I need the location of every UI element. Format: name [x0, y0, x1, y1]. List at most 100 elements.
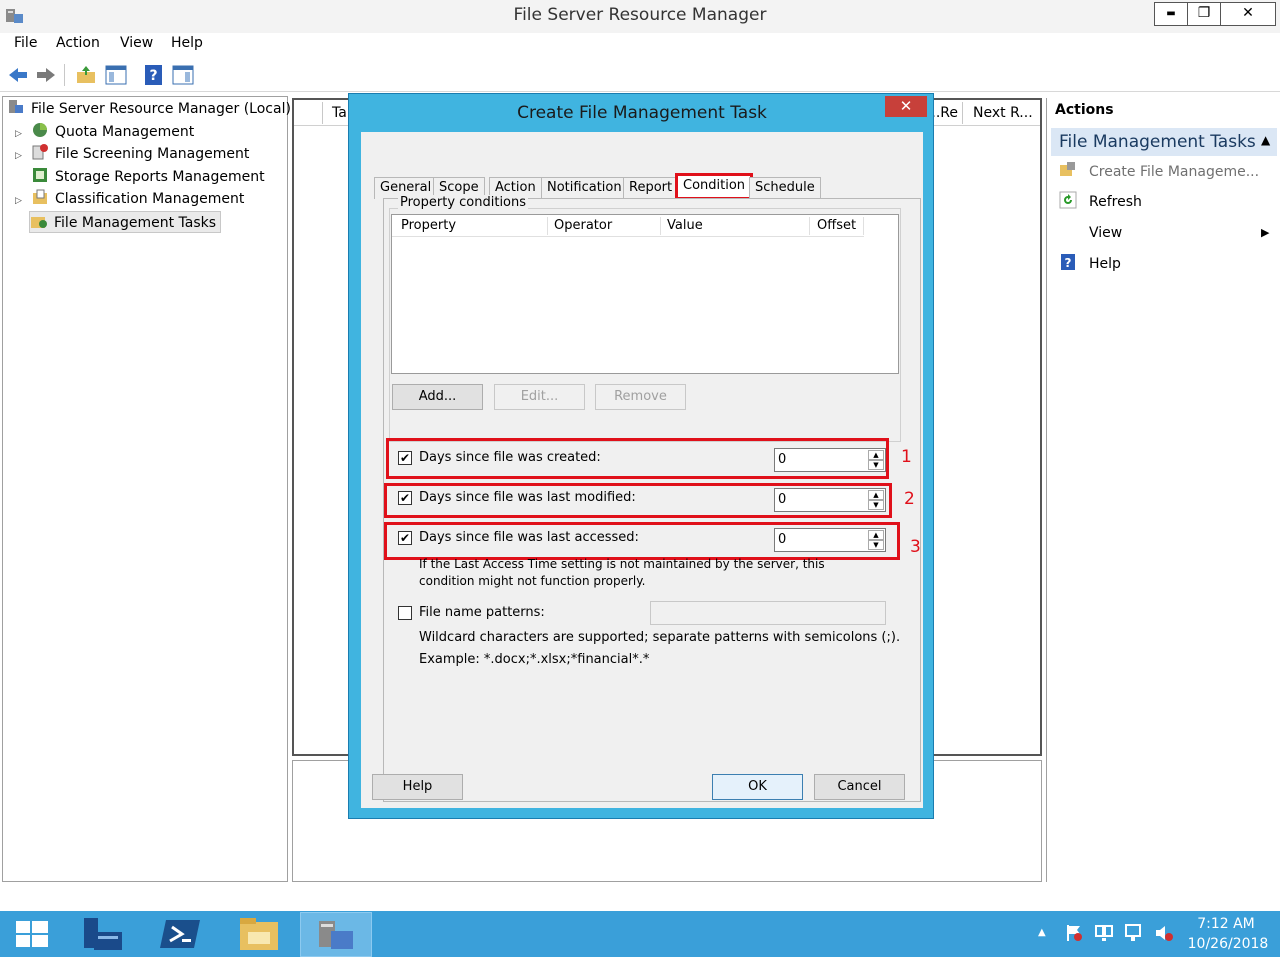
column-header-value[interactable]: Value: [667, 218, 703, 233]
dialog-help-button[interactable]: Help: [372, 774, 463, 800]
restore-button[interactable]: ❐: [1187, 2, 1221, 26]
menu-action[interactable]: Action: [56, 35, 100, 51]
marker-3: 3: [910, 537, 921, 557]
tree-item-label: Quota Management: [55, 124, 195, 140]
network-icon[interactable]: [1094, 923, 1114, 943]
accessed-days-input[interactable]: 0 ▲ ▼: [774, 528, 886, 552]
actions-section-label: File Management Tasks: [1059, 132, 1256, 152]
expand-arrow-icon[interactable]: ▷: [15, 190, 31, 212]
tree-item-storage-reports[interactable]: Storage Reports Management: [31, 166, 265, 188]
show-hide-action-pane-icon[interactable]: [171, 63, 195, 87]
spin-up-icon[interactable]: ▲: [868, 490, 884, 500]
marker-2: 2: [904, 489, 915, 509]
help-icon[interactable]: ?: [142, 63, 166, 87]
clock-time[interactable]: 7:12 AM: [1194, 916, 1258, 932]
tree-item-file-management-tasks[interactable]: File Management Tasks: [29, 211, 222, 233]
create-task-icon: [1059, 161, 1081, 186]
powershell-icon[interactable]: [148, 912, 214, 956]
clock-date[interactable]: 10/26/2018: [1186, 936, 1270, 952]
tab-report[interactable]: Report: [623, 177, 679, 199]
volume-muted-icon[interactable]: [1154, 923, 1174, 943]
spin-down-icon[interactable]: ▼: [868, 540, 884, 550]
title-bar: File Server Resource Manager ▬ ❐ ✕: [0, 0, 1280, 33]
action-view[interactable]: View ▶: [1059, 222, 1273, 244]
tree-item-file-screening[interactable]: ▷ File Screening Management: [15, 143, 249, 165]
menu-view[interactable]: View: [120, 35, 153, 51]
action-refresh[interactable]: Refresh: [1059, 191, 1142, 213]
edit-condition-button[interactable]: Edit...: [494, 384, 585, 410]
spin-down-icon[interactable]: ▼: [868, 500, 884, 510]
toolbar-divider: [64, 64, 65, 86]
file-screening-icon: [31, 143, 49, 161]
column-header-task[interactable]: Ta: [332, 105, 347, 121]
remove-condition-button[interactable]: Remove: [595, 384, 686, 410]
column-divider: [660, 217, 661, 235]
created-days-input[interactable]: 0 ▲ ▼: [774, 448, 886, 472]
spin-up-icon[interactable]: ▲: [868, 530, 884, 540]
tree-root[interactable]: File Server Resource Manager (Local): [7, 98, 291, 120]
ok-button[interactable]: OK: [712, 774, 803, 800]
file-explorer-icon[interactable]: [226, 912, 292, 956]
cancel-button[interactable]: Cancel: [814, 774, 905, 800]
accessed-label: Days since file was last accessed:: [419, 530, 639, 545]
svg-text:?: ?: [1065, 256, 1072, 270]
action-help[interactable]: ? Help: [1059, 253, 1121, 275]
modified-days-value: 0: [778, 492, 787, 507]
created-checkbox[interactable]: ✔: [398, 451, 412, 465]
start-button-icon[interactable]: [0, 912, 66, 956]
server-manager-icon[interactable]: [70, 912, 136, 956]
add-condition-button[interactable]: Add...: [392, 384, 483, 410]
action-label: Help: [1089, 256, 1121, 272]
action-create-task[interactable]: Create File Manageme...: [1059, 161, 1259, 183]
back-arrow-icon[interactable]: [6, 63, 30, 87]
column-header-property[interactable]: Property: [401, 218, 456, 233]
expand-arrow-icon[interactable]: ▷: [15, 123, 31, 145]
menu-help[interactable]: Help: [171, 35, 203, 51]
actions-section-header[interactable]: File Management Tasks ▲: [1051, 128, 1277, 156]
tree-item-classification[interactable]: ▷ Classification Management: [15, 188, 244, 210]
action-label: Refresh: [1089, 194, 1142, 210]
forward-arrow-icon[interactable]: [34, 63, 58, 87]
dialog-body: General Scope Action Notification Report…: [361, 132, 923, 808]
close-button[interactable]: ✕: [1220, 2, 1276, 26]
column-divider: [863, 217, 864, 235]
action-label: Create File Manageme...: [1089, 164, 1260, 180]
spin-up-icon[interactable]: ▲: [868, 450, 884, 460]
tab-notification[interactable]: Notification: [541, 177, 628, 199]
modified-days-input[interactable]: 0 ▲ ▼: [774, 488, 886, 512]
file-management-tasks-icon: [30, 212, 48, 230]
modified-checkbox[interactable]: ✔: [398, 491, 412, 505]
collapse-triangle-icon[interactable]: ▲: [1261, 133, 1270, 147]
quota-icon: [31, 121, 49, 139]
file-name-patterns-input[interactable]: [650, 601, 886, 625]
menu-file[interactable]: File: [14, 35, 37, 51]
show-hide-tree-icon[interactable]: [104, 63, 128, 87]
file-name-patterns-label: File name patterns:: [419, 605, 545, 620]
minimize-button[interactable]: ▬: [1154, 2, 1188, 26]
access-time-note-line1: If the Last Access Time setting is not m…: [419, 557, 825, 571]
expand-arrow-icon[interactable]: ▷: [15, 145, 31, 167]
accessed-checkbox[interactable]: ✔: [398, 531, 412, 545]
column-divider: [809, 217, 810, 235]
column-header-next-run[interactable]: Next R...: [973, 105, 1033, 121]
display-icon[interactable]: [1124, 923, 1144, 943]
taskbar: ▲ 7:12 AM 10/26/2018: [0, 911, 1280, 957]
dialog-close-button[interactable]: ✕: [885, 96, 927, 117]
tab-schedule[interactable]: Schedule: [749, 177, 821, 199]
action-center-flag-icon[interactable]: [1064, 923, 1084, 943]
column-header-offset[interactable]: Offset: [817, 218, 856, 233]
column-header-operator[interactable]: Operator: [554, 218, 612, 233]
marker-1: 1: [901, 447, 912, 467]
fsrm-taskbar-icon[interactable]: [300, 912, 372, 957]
spin-down-icon[interactable]: ▼: [868, 460, 884, 470]
column-header-report[interactable]: Re...: [934, 105, 958, 121]
up-folder-icon[interactable]: [74, 63, 98, 87]
tree-root-label: File Server Resource Manager (Local): [31, 101, 291, 117]
tree-item-quota[interactable]: ▷ Quota Management: [15, 121, 194, 143]
modified-label: Days since file was last modified:: [419, 490, 636, 505]
show-hidden-icons-arrow-icon[interactable]: ▲: [1038, 927, 1046, 938]
property-conditions-list[interactable]: Property Operator Value Offset: [391, 214, 899, 374]
created-days-value: 0: [778, 452, 787, 467]
file-name-patterns-checkbox[interactable]: [398, 606, 412, 620]
tab-condition[interactable]: Condition: [675, 173, 754, 200]
